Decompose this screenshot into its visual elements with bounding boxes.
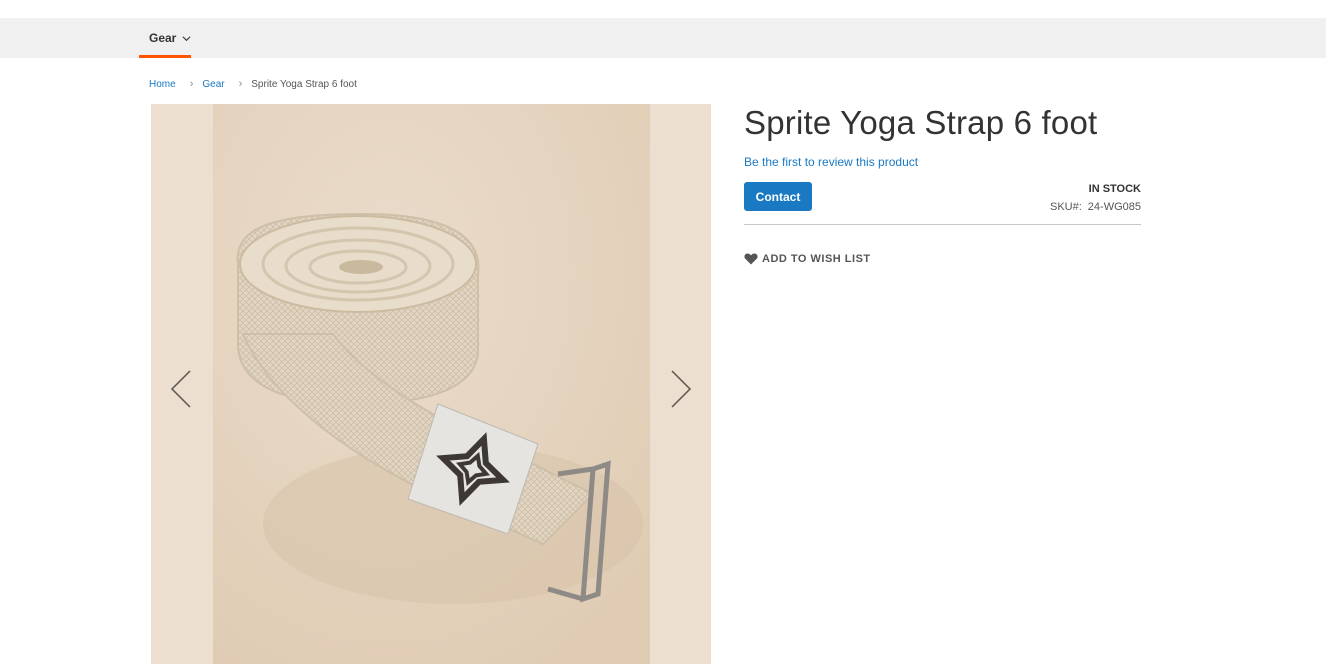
wishlist-label: ADD TO WISH LIST [762, 253, 871, 265]
sku-value: 24-WG085 [1087, 201, 1141, 213]
breadcrumb: Home › Gear › Sprite Yoga Strap 6 foot [149, 78, 357, 90]
product-image[interactable] [213, 104, 650, 664]
gallery-next-button[interactable] [666, 369, 696, 409]
review-link[interactable]: Be the first to review this product [744, 155, 918, 169]
product-title: Sprite Yoga Strap 6 foot [744, 104, 1098, 141]
chevron-down-icon [182, 35, 191, 41]
product-sku: SKU#: 24-WG085 [1050, 201, 1141, 213]
breadcrumb-separator-icon: › [238, 78, 243, 90]
breadcrumb-current: Sprite Yoga Strap 6 foot [251, 78, 357, 90]
top-navigation: Gear [0, 18, 1326, 58]
gallery-prev-button[interactable] [166, 369, 196, 409]
nav-item-gear[interactable]: Gear [139, 18, 201, 58]
sku-label: SKU#: [1050, 201, 1082, 213]
chevron-right-icon [671, 370, 692, 408]
product-gallery[interactable] [151, 104, 711, 664]
add-to-wishlist-link[interactable]: ADD TO WISH LIST [744, 253, 871, 265]
breadcrumb-home-link[interactable]: Home [149, 79, 176, 90]
nav-item-label: Gear [149, 31, 177, 45]
stock-status: In stock [1088, 183, 1141, 195]
breadcrumb-gear-link[interactable]: Gear [202, 79, 224, 90]
active-nav-indicator [139, 55, 191, 58]
yoga-strap-illustration [213, 104, 650, 664]
breadcrumb-separator-icon: › [189, 78, 194, 90]
heart-icon [744, 253, 758, 265]
contact-button[interactable]: Contact [744, 182, 812, 211]
divider [744, 224, 1141, 225]
chevron-left-icon [170, 370, 191, 408]
